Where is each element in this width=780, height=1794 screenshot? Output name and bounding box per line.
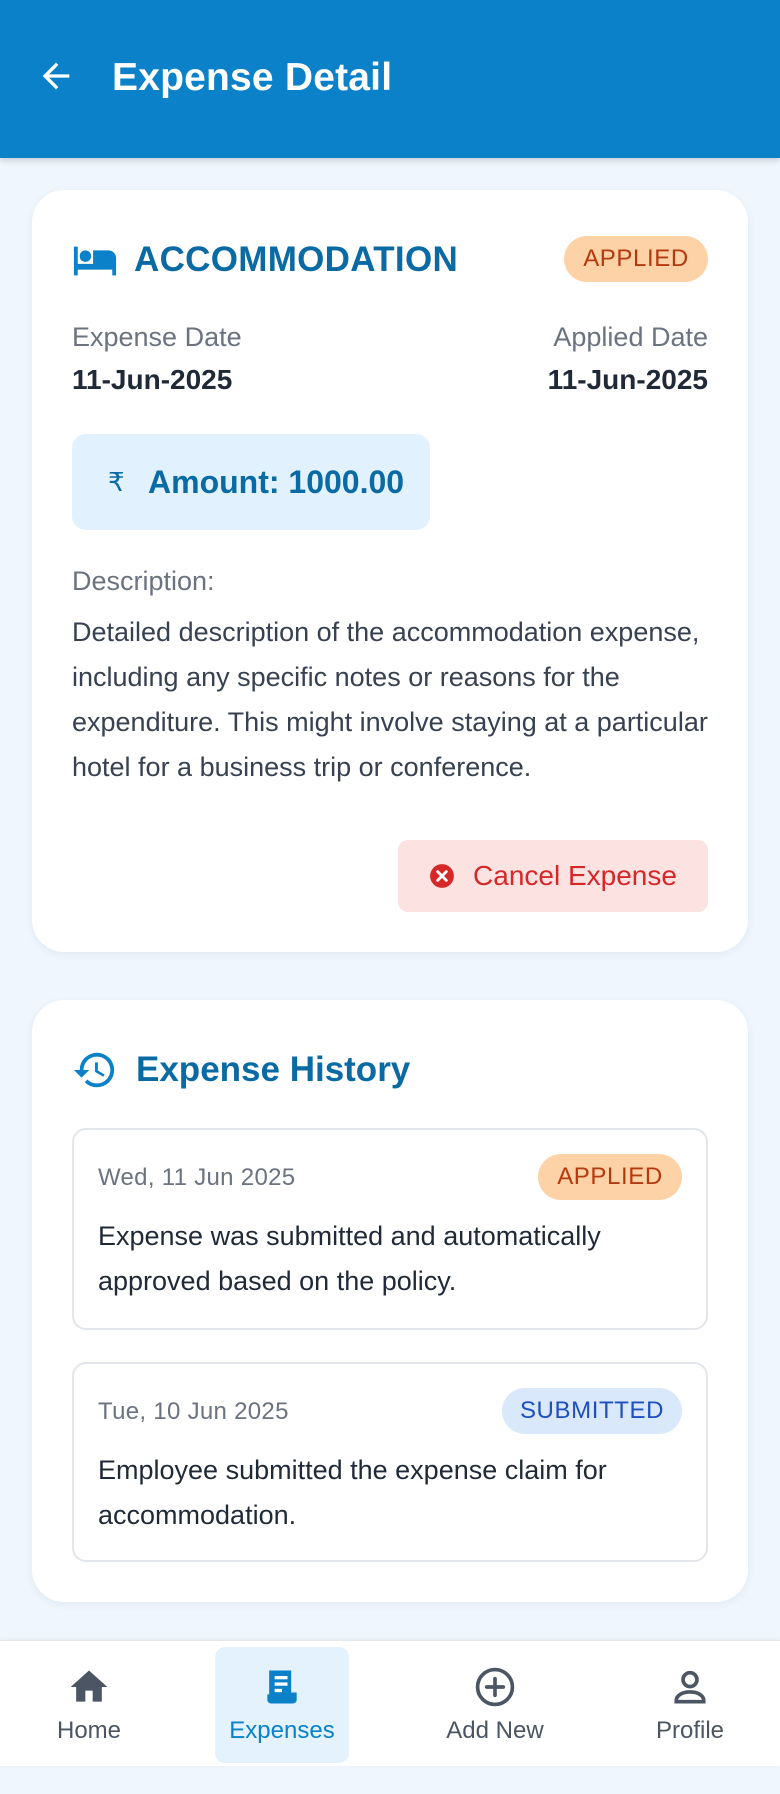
home-icon	[67, 1665, 111, 1709]
status-badge: APPLIED	[564, 236, 708, 282]
expense-detail-card: ACCOMMODATION APPLIED Expense Date 11-Ju…	[32, 190, 748, 952]
receipt-icon	[260, 1665, 304, 1709]
history-text: Expense was submitted and automatically …	[98, 1221, 601, 1296]
nav-expenses[interactable]: Expenses	[215, 1647, 349, 1763]
app-bar: Expense Detail	[0, 0, 780, 158]
applied-date-value: 11-Jun-2025	[547, 364, 708, 395]
category-title: ACCOMMODATION	[134, 240, 459, 279]
cancel-circle-icon	[430, 864, 454, 888]
applied-date-label: Applied Date	[553, 322, 708, 352]
nav-add-new-label: Add New	[446, 1717, 544, 1744]
expense-history-card: Expense History Wed, 11 Jun 2025 APPLIED…	[32, 1000, 748, 1602]
history-text: Employee submitted the expense claim for…	[98, 1455, 607, 1530]
cancel-expense-button[interactable]: Cancel Expense	[398, 840, 708, 912]
status-badge: APPLIED	[538, 1154, 682, 1200]
rupee-icon: ₹	[108, 466, 125, 497]
bottom-navigation: Home Expenses Add New Profile	[0, 1640, 780, 1766]
nav-home[interactable]: Home	[30, 1647, 148, 1763]
nav-profile[interactable]: Profile	[624, 1647, 756, 1763]
description-text: Detailed description of the accommodatio…	[72, 617, 708, 782]
history-header: Expense History	[72, 1044, 410, 1096]
history-date: Wed, 11 Jun 2025	[98, 1164, 296, 1191]
bed-icon	[72, 237, 118, 283]
nav-expenses-label: Expenses	[229, 1717, 335, 1744]
amount-text: Amount: 1000.00	[148, 463, 405, 500]
history-item: Wed, 11 Jun 2025 APPLIED Expense was sub…	[72, 1128, 708, 1330]
description-label: Description:	[72, 566, 215, 596]
nav-add-new[interactable]: Add New	[426, 1647, 564, 1763]
history-item: Tue, 10 Jun 2025 SUBMITTED Employee subm…	[72, 1362, 708, 1562]
history-icon	[73, 1052, 115, 1088]
arrow-left-icon	[42, 62, 70, 90]
expense-date-label: Expense Date	[72, 322, 242, 352]
page-title: Expense Detail	[112, 56, 393, 99]
status-badge: SUBMITTED	[502, 1388, 682, 1434]
nav-home-label: Home	[56, 1717, 122, 1744]
history-date: Tue, 10 Jun 2025	[98, 1398, 289, 1425]
add-circle-icon	[473, 1665, 517, 1709]
cancel-expense-label: Cancel Expense	[473, 860, 677, 891]
person-icon	[668, 1665, 712, 1709]
expense-date-value: 11-Jun-2025	[72, 364, 233, 395]
nav-profile-label: Profile	[655, 1717, 725, 1744]
amount-box: ₹ Amount: 1000.00	[72, 434, 430, 530]
history-title: Expense History	[136, 1050, 411, 1089]
back-button[interactable]	[30, 50, 82, 102]
